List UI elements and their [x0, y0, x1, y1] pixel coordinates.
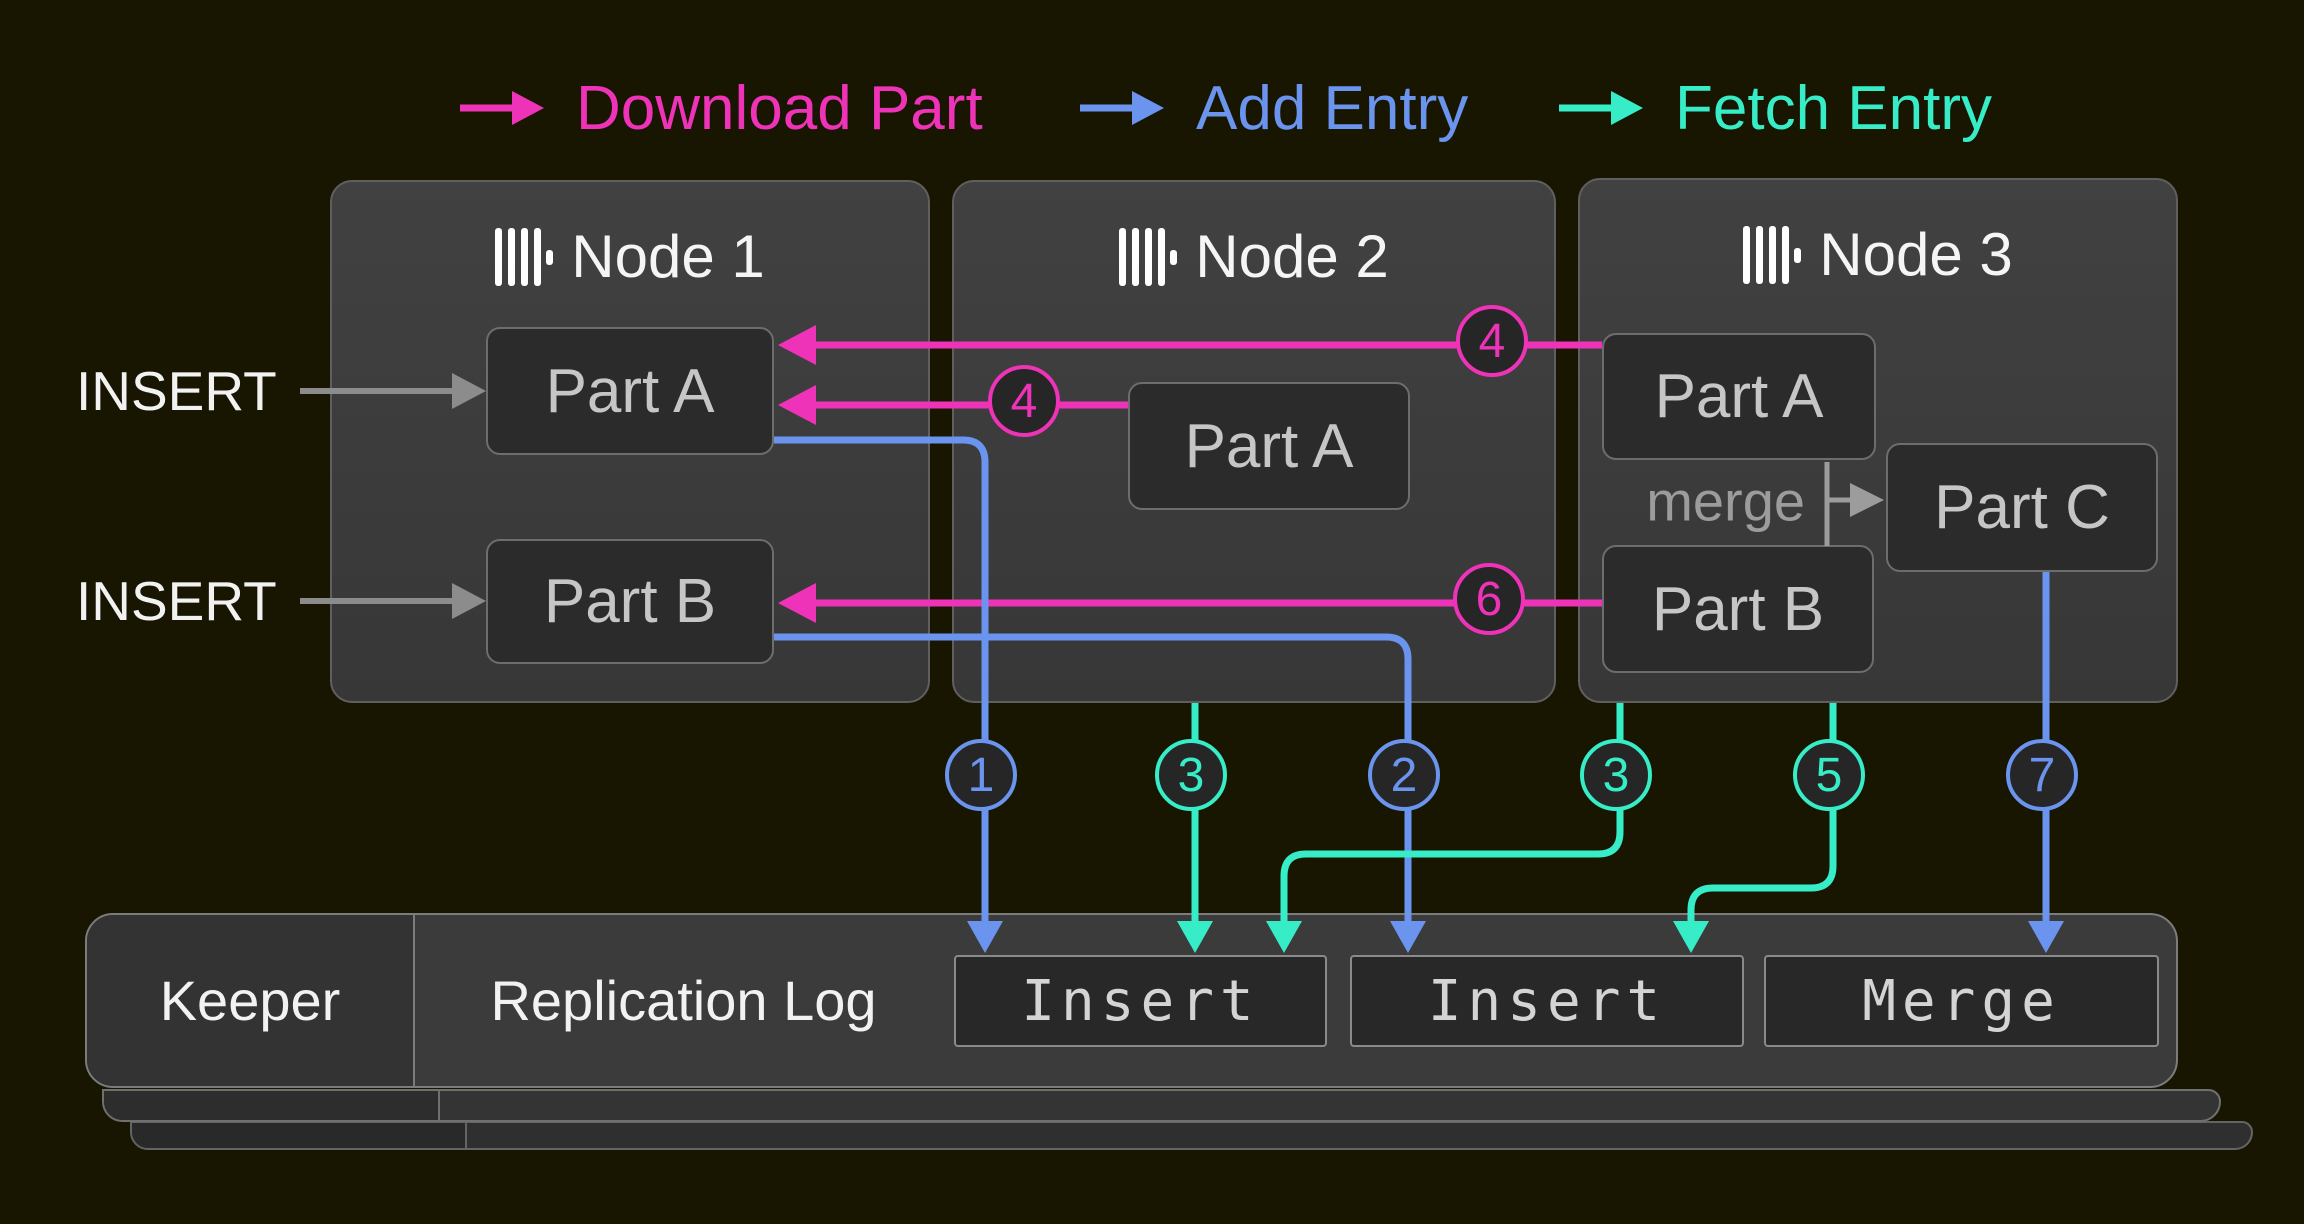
node1-part-b-box: Part B: [486, 539, 774, 664]
node2-part-a-box: Part A: [1128, 382, 1410, 510]
log-stack-keeper-segment: [132, 1123, 467, 1148]
log-stack-keeper-segment: [104, 1091, 440, 1120]
legend-item-fetch-entry: Fetch Entry: [1557, 74, 1992, 142]
step-circle-3-second: 3: [1580, 739, 1652, 811]
step-number: 2: [1391, 748, 1418, 803]
legend-label: Fetch Entry: [1675, 73, 1992, 144]
insert-label-1: INSERT: [76, 359, 277, 423]
replication-log-bar: Keeper Replication Log Insert Insert Mer…: [85, 913, 2178, 1088]
clickhouse-logo-icon: [1743, 225, 1801, 285]
legend-label: Add Entry: [1196, 73, 1468, 144]
node-3-title: Node 3: [1580, 220, 2176, 289]
step-circle-1: 1: [945, 739, 1017, 811]
clickhouse-logo-icon: [1119, 227, 1177, 287]
part-label: Part B: [544, 566, 716, 637]
node-title-label: Node 1: [571, 222, 764, 291]
log-entry-label: Insert: [1021, 969, 1259, 1034]
step-circle-6: 6: [1453, 563, 1525, 635]
add-entry-arrow-icon: [1078, 84, 1166, 132]
step-circle-2: 2: [1368, 739, 1440, 811]
fetch-entry-arrow-icon: [1557, 84, 1645, 132]
legend-item-add-entry: Add Entry: [1078, 74, 1468, 142]
node-1-title: Node 1: [332, 222, 928, 291]
part-label: Part B: [1652, 574, 1824, 645]
replication-log-title: Replication Log: [413, 915, 954, 1086]
step-number: 3: [1603, 748, 1630, 803]
merge-label: merge: [1560, 469, 1805, 534]
step-number: 4: [1011, 374, 1038, 429]
log-entry-insert-2: Insert: [1350, 955, 1744, 1047]
step-circle-3-first: 3: [1155, 739, 1227, 811]
fetch-entry-line-step3-node3: [1284, 703, 1620, 924]
part-label: Part A: [546, 356, 715, 427]
log-entry-merge: Merge: [1764, 955, 2159, 1047]
node-2-title: Node 2: [954, 222, 1554, 291]
step-number: 3: [1178, 748, 1205, 803]
step-number: 5: [1816, 748, 1843, 803]
log-entry-insert-1: Insert: [954, 955, 1327, 1047]
fetch-entry-line-step5: [1691, 703, 1833, 924]
step-circle-4-short: 4: [988, 365, 1060, 437]
step-number: 4: [1479, 314, 1506, 369]
log-entry-label: Insert: [1428, 969, 1666, 1034]
log-stack-layer-3: [130, 1121, 2253, 1150]
step-circle-5: 5: [1793, 739, 1865, 811]
keeper-section: Keeper: [87, 915, 415, 1086]
log-stack-layer-2: [102, 1089, 2221, 1122]
download-part-arrow-icon: [458, 84, 546, 132]
node3-part-a-box: Part A: [1602, 333, 1876, 460]
step-circle-7: 7: [2006, 739, 2078, 811]
log-entry-label: Merge: [1862, 969, 2061, 1034]
replication-diagram: Download Part Add Entry Fetch Entry Node…: [0, 0, 2304, 1224]
node-title-label: Node 3: [1819, 220, 2012, 289]
node3-part-c-box: Part C: [1886, 443, 2158, 572]
step-number: 6: [1476, 572, 1503, 627]
part-label: Part A: [1655, 361, 1824, 432]
insert-label-2: INSERT: [76, 569, 277, 633]
clickhouse-logo-icon: [495, 227, 553, 287]
legend-label: Download Part: [576, 73, 983, 144]
node-title-label: Node 2: [1195, 222, 1388, 291]
part-label: Part C: [1934, 472, 2110, 543]
part-label: Part A: [1185, 411, 1354, 482]
legend-item-download-part: Download Part: [458, 74, 983, 142]
step-number: 7: [2029, 748, 2056, 803]
step-circle-4-long: 4: [1456, 305, 1528, 377]
node1-part-a-box: Part A: [486, 327, 774, 455]
step-number: 1: [968, 748, 995, 803]
keeper-label: Keeper: [160, 968, 341, 1033]
node3-part-b-box: Part B: [1602, 545, 1874, 673]
